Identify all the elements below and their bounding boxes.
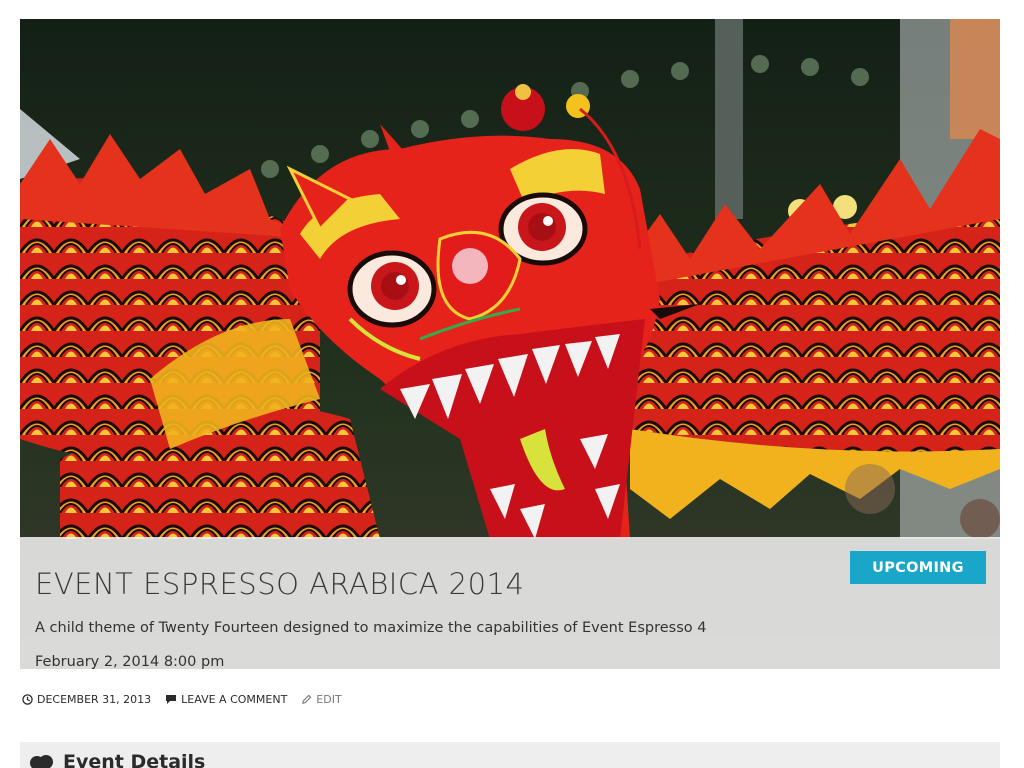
- comment-icon: [166, 694, 177, 704]
- event-hero: EVENT ESPRESSO ARABICA 2014 UPCOMING A c…: [20, 19, 1000, 669]
- post-date: DECEMBER 31, 2013: [37, 692, 152, 706]
- event-details-title: Event Details: [63, 751, 206, 768]
- leave-comment-label: LEAVE A COMMENT: [181, 692, 288, 706]
- event-details-header: Event Details: [20, 742, 1000, 768]
- edit-link[interactable]: EDIT: [301, 692, 342, 706]
- event-caption: EVENT ESPRESSO ARABICA 2014 UPCOMING A c…: [20, 537, 1000, 669]
- status-badge: UPCOMING: [850, 551, 986, 584]
- leave-comment-link[interactable]: LEAVE A COMMENT: [165, 693, 287, 706]
- clock-icon: [22, 693, 33, 705]
- details-icon: [30, 755, 53, 768]
- post-date-link[interactable]: DECEMBER 31, 2013: [22, 693, 151, 706]
- pencil-icon: [302, 694, 312, 704]
- event-title[interactable]: EVENT ESPRESSO ARABICA 2014: [35, 567, 524, 601]
- event-tagline: A child theme of Twenty Fourteen designe…: [35, 620, 707, 636]
- post-meta: DECEMBER 31, 2013 LEAVE A COMMENT EDIT: [22, 691, 342, 707]
- event-datetime: February 2, 2014 8:00 pm: [35, 654, 225, 669]
- edit-label: EDIT: [316, 692, 342, 706]
